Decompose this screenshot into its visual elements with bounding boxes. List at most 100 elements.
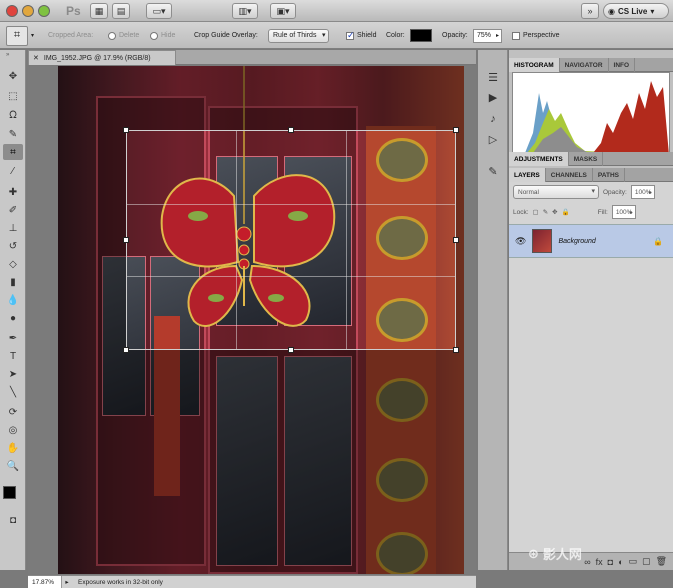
delete-radio[interactable]: Delete <box>108 22 139 49</box>
path-selection-tool-icon[interactable]: ➤ <box>3 366 23 382</box>
crop-handle-top-left[interactable] <box>123 127 129 133</box>
layer-row-background[interactable]: 👁 Background 🔒 <box>509 224 673 258</box>
bridge-icon[interactable]: ▦ <box>90 3 108 19</box>
arrange-documents-icon[interactable]: ▥▾ <box>232 3 258 19</box>
pen-tool-icon[interactable]: ✒ <box>3 330 23 346</box>
perspective-check[interactable] <box>512 31 520 40</box>
watermark: ⊛ 影人网 <box>528 544 582 563</box>
expand-arrows-icon[interactable]: » <box>581 3 599 19</box>
crop-box[interactable] <box>123 127 459 353</box>
clone-stamp-tool-icon[interactable]: ⊥ <box>3 220 23 236</box>
tab-info[interactable]: INFO <box>609 58 636 72</box>
history-panel-icon[interactable]: ☰ <box>483 68 503 86</box>
link-layers-icon[interactable]: ∞ <box>584 557 590 567</box>
layer-lock-icon: 🔒 <box>653 236 663 246</box>
fill-field[interactable]: 100% <box>611 205 636 219</box>
minibridge-icon[interactable]: ▤ <box>112 3 130 19</box>
tab-masks[interactable]: MASKS <box>569 152 604 166</box>
blend-mode-select[interactable]: Normal <box>513 185 599 199</box>
crop-handle-bottom-left[interactable] <box>123 347 129 353</box>
hand-tool-icon[interactable]: ✋ <box>3 440 23 456</box>
tab-paths[interactable]: PATHS <box>593 168 625 182</box>
cs-live-button[interactable]: ◉ CS Live ▾ <box>603 3 669 19</box>
overlay-label: Crop Guide Overlay: <box>194 32 258 39</box>
add-mask-icon[interactable]: ◘ <box>608 557 613 567</box>
3d-orbit-tool-icon[interactable]: ◎ <box>3 422 23 438</box>
overlay-select[interactable]: Rule of Thirds <box>268 28 330 43</box>
view-extras-icon[interactable]: ▭▾ <box>146 3 172 19</box>
healing-brush-tool-icon[interactable]: ✚ <box>3 184 23 200</box>
visibility-eye-icon[interactable]: 👁 <box>515 236 526 247</box>
gradient-tool-icon[interactable]: ▮ <box>3 274 23 290</box>
history-brush-tool-icon[interactable]: ↺ <box>3 238 23 254</box>
crop-handle-bottom[interactable] <box>288 347 294 353</box>
layer-style-icon[interactable]: fx <box>596 557 603 567</box>
screen-mode-icon[interactable]: ▣▾ <box>270 3 296 19</box>
tab-navigator[interactable]: NAVIGATOR <box>560 58 609 72</box>
thirds-gridline <box>236 131 238 349</box>
opacity-field-wrap: 75% <box>473 22 503 49</box>
close-window-button[interactable] <box>6 5 18 17</box>
lock-position-icon[interactable]: ✥ <box>552 208 557 216</box>
new-layer-icon[interactable]: ▢ <box>642 556 651 567</box>
adjustment-layer-icon[interactable]: ◐ <box>618 557 623 567</box>
crop-handle-right[interactable] <box>453 237 459 243</box>
delete-radio-dot[interactable] <box>108 31 116 40</box>
zoom-level-field[interactable]: 17.87% <box>28 575 62 588</box>
tab-layers[interactable]: LAYERS <box>509 168 546 182</box>
crop-tool-icon[interactable]: ⌗ <box>3 144 23 160</box>
minimize-window-button[interactable] <box>22 5 34 17</box>
opacity-field[interactable]: 75% <box>473 28 503 43</box>
perspective-checkbox[interactable]: Perspective <box>512 22 560 49</box>
actions-panel-icon[interactable]: ▶ <box>483 88 503 106</box>
crop-handle-bottom-right[interactable] <box>453 347 459 353</box>
lock-all-icon[interactable]: 🔒 <box>562 208 570 216</box>
tool-presets-icon[interactable]: ♪ <box>483 110 503 128</box>
crop-tool-preset-button[interactable]: ⌗ ▾ <box>6 22 34 49</box>
eyedropper-tool-icon[interactable]: ⁄ <box>3 163 23 179</box>
shield-label: Shield <box>357 32 377 39</box>
crop-handle-left[interactable] <box>123 237 129 243</box>
trash-icon[interactable]: 🗑 <box>656 556 667 567</box>
dodge-tool-icon[interactable]: ● <box>3 310 23 326</box>
crop-handle-top[interactable] <box>288 127 294 133</box>
tab-adjustments[interactable]: ADJUSTMENTS <box>509 152 569 166</box>
foreground-color-swatch[interactable] <box>3 486 16 499</box>
zoom-tool-icon[interactable]: 🔍 <box>3 458 23 474</box>
eraser-tool-icon[interactable]: ◇ <box>3 256 23 272</box>
new-group-icon[interactable]: ▭ <box>629 556 638 567</box>
watermark-text: 影人网 <box>542 547 582 562</box>
color-label: Color: <box>386 32 405 39</box>
brushes-panel-icon[interactable]: ✎ <box>483 162 503 180</box>
shield-checkbox[interactable]: Shield <box>346 22 376 49</box>
shield-check[interactable] <box>346 30 355 41</box>
hide-radio[interactable]: Hide <box>150 22 175 49</box>
type-tool-icon[interactable]: T <box>3 348 23 364</box>
3d-rotate-tool-icon[interactable]: ⟳ <box>3 404 23 420</box>
lock-transparency-icon[interactable]: ▢ <box>533 208 539 216</box>
lock-pixels-icon[interactable]: ✎ <box>543 208 548 216</box>
tab-histogram[interactable]: HISTOGRAM <box>509 58 560 72</box>
close-tab-icon[interactable]: ✕ <box>33 54 39 62</box>
quick-select-tool-icon[interactable]: ✎ <box>3 126 23 142</box>
shape-tool-icon[interactable]: ╲ <box>3 384 23 400</box>
marquee-tool-icon[interactable]: ⬚ <box>3 88 23 104</box>
lasso-tool-icon[interactable]: ᘯ <box>3 107 23 123</box>
brush-tool-icon[interactable]: ✐ <box>3 202 23 218</box>
document-canvas[interactable] <box>28 66 476 574</box>
shield-color-swatch[interactable] <box>410 29 432 42</box>
collapse-icon[interactable]: » <box>6 52 9 58</box>
move-tool-icon[interactable]: ✥ <box>3 68 23 84</box>
chevron-down-icon: ▾ <box>650 6 655 16</box>
status-menu-icon[interactable]: ▸ <box>62 578 72 586</box>
document-tab[interactable]: ✕ IMG_1952.JPG @ 17.9% (RGB/8) <box>28 50 176 65</box>
crop-handle-top-right[interactable] <box>453 127 459 133</box>
blur-tool-icon[interactable]: 💧 <box>3 292 23 308</box>
animation-panel-icon[interactable]: ▷ <box>483 130 503 148</box>
tab-channels[interactable]: CHANNELS <box>546 168 593 182</box>
layer-opacity-field[interactable]: 100% <box>630 185 655 199</box>
quick-mask-icon[interactable]: ◘ <box>3 512 23 528</box>
zoom-window-button[interactable] <box>38 5 50 17</box>
hide-radio-dot[interactable] <box>150 31 158 40</box>
histogram-tabs: HISTOGRAM NAVIGATOR INFO <box>509 58 673 72</box>
